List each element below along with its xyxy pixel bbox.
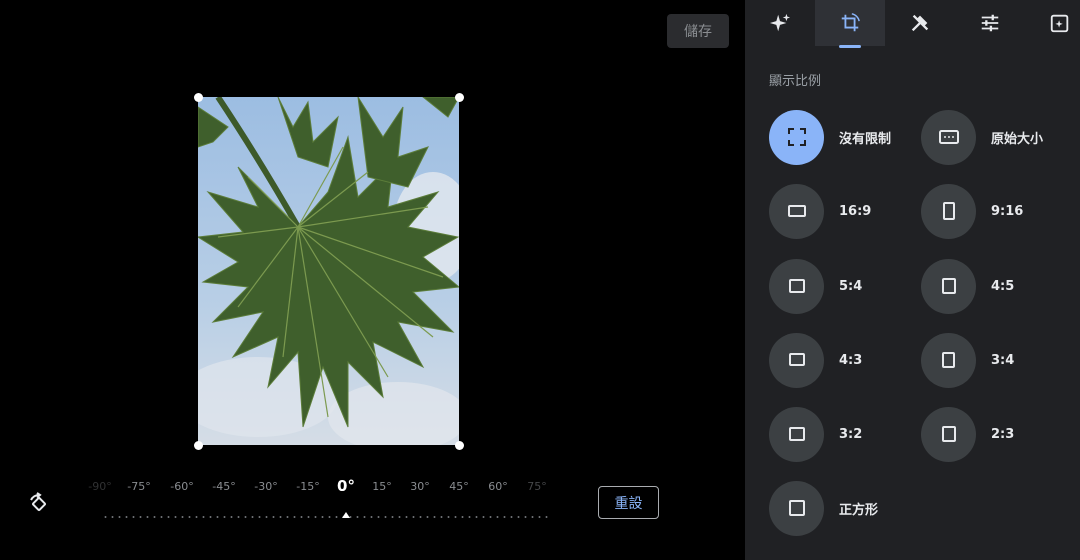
ratio-label: 16:9 <box>839 203 872 219</box>
angle-label: -75° <box>127 480 151 493</box>
tab-crop[interactable] <box>815 0 885 48</box>
tools-panel: 顯示比例 沒有限制 原始大小 16:9 9:16 5:4 4:5 4:3 3:4… <box>745 0 1080 560</box>
tab-adjust[interactable] <box>955 0 1025 46</box>
landscape-rect-icon <box>787 205 806 217</box>
crop-handle-top-left[interactable] <box>194 93 203 102</box>
crop-handle-top-right[interactable] <box>455 93 464 102</box>
ratio-label: 5:4 <box>839 278 863 294</box>
aspect-ratio-title: 顯示比例 <box>769 74 822 89</box>
ratio-label: 3:2 <box>839 426 863 442</box>
landscape-rect-icon <box>788 279 805 293</box>
angle-label: 60° <box>488 480 508 493</box>
markup-icon <box>1050 14 1069 33</box>
crop-handle-bottom-left[interactable] <box>194 441 203 450</box>
portrait-rect-icon <box>941 426 956 442</box>
ratio-label: 沒有限制 <box>839 131 892 147</box>
landscape-rect-icon <box>788 427 805 441</box>
ratio-label: 4:3 <box>839 352 863 368</box>
tab-markup[interactable] <box>1025 0 1080 46</box>
angle-label: 45° <box>449 480 469 493</box>
crop-handle-bottom-right[interactable] <box>455 441 464 450</box>
crop-rotate-icon <box>841 13 860 32</box>
ratio-9-16[interactable]: 9:16 <box>921 183 1023 239</box>
cropped-photo[interactable] <box>198 97 459 445</box>
landscape-rect-icon <box>788 353 805 366</box>
photo-editor-canvas: 儲存 -90° -75° -60° -45° -30° -15° 0° 15° … <box>0 0 745 560</box>
ratio-free[interactable]: 沒有限制 <box>769 109 891 165</box>
active-tab-indicator <box>839 45 861 48</box>
angle-label: -60° <box>170 480 194 493</box>
ratio-label: 原始大小 <box>991 131 1044 147</box>
adjust-sliders-icon <box>981 14 999 32</box>
tab-tools[interactable] <box>885 0 955 46</box>
free-crop-icon <box>787 128 806 146</box>
tools-icon <box>911 14 929 32</box>
square-icon <box>788 500 805 516</box>
ratio-label: 2:3 <box>991 426 1015 442</box>
current-angle-label: 0° <box>337 477 355 495</box>
ratio-label: 3:4 <box>991 352 1015 368</box>
ratio-label: 9:16 <box>991 203 1024 219</box>
angle-label: -30° <box>254 480 278 493</box>
angle-label: -45° <box>212 480 236 493</box>
tool-tabs <box>745 0 1080 48</box>
sparkle-icon <box>769 13 791 32</box>
leaf-photo-image <box>198 97 459 445</box>
ratio-4-5[interactable]: 4:5 <box>921 258 1014 314</box>
rotate-button[interactable] <box>25 490 53 518</box>
angle-label: 30° <box>410 480 430 493</box>
angle-label: -90° <box>88 480 112 493</box>
ratio-square[interactable]: 正方形 <box>769 480 878 536</box>
ratio-2-3[interactable]: 2:3 <box>921 406 1014 462</box>
ratio-5-4[interactable]: 5:4 <box>769 258 862 314</box>
portrait-rect-icon <box>941 278 956 294</box>
angle-label: 15° <box>372 480 392 493</box>
ratio-original[interactable]: 原始大小 <box>921 109 1043 165</box>
portrait-rect-icon <box>941 352 955 368</box>
angle-label: -15° <box>296 480 320 493</box>
ratio-label: 正方形 <box>839 502 879 518</box>
ratio-16-9[interactable]: 16:9 <box>769 183 871 239</box>
save-button[interactable]: 儲存 <box>667 14 729 48</box>
angle-label: 75° <box>527 480 547 493</box>
ratio-4-3[interactable]: 4:3 <box>769 332 862 388</box>
straighten-dial[interactable]: -90° -75° -60° -45° -30° -15° 0° 15° 30°… <box>88 472 558 527</box>
ratio-label: 4:5 <box>991 278 1015 294</box>
rotate-icon <box>30 492 46 511</box>
dial-pointer <box>342 512 350 518</box>
reset-button[interactable]: 重設 <box>598 486 659 519</box>
ratio-3-2[interactable]: 3:2 <box>769 406 862 462</box>
original-ratio-icon <box>938 130 959 144</box>
dial-ticks <box>102 516 548 518</box>
tab-suggestions[interactable] <box>745 0 815 46</box>
portrait-rect-icon <box>942 202 955 220</box>
ratio-3-4[interactable]: 3:4 <box>921 332 1014 388</box>
